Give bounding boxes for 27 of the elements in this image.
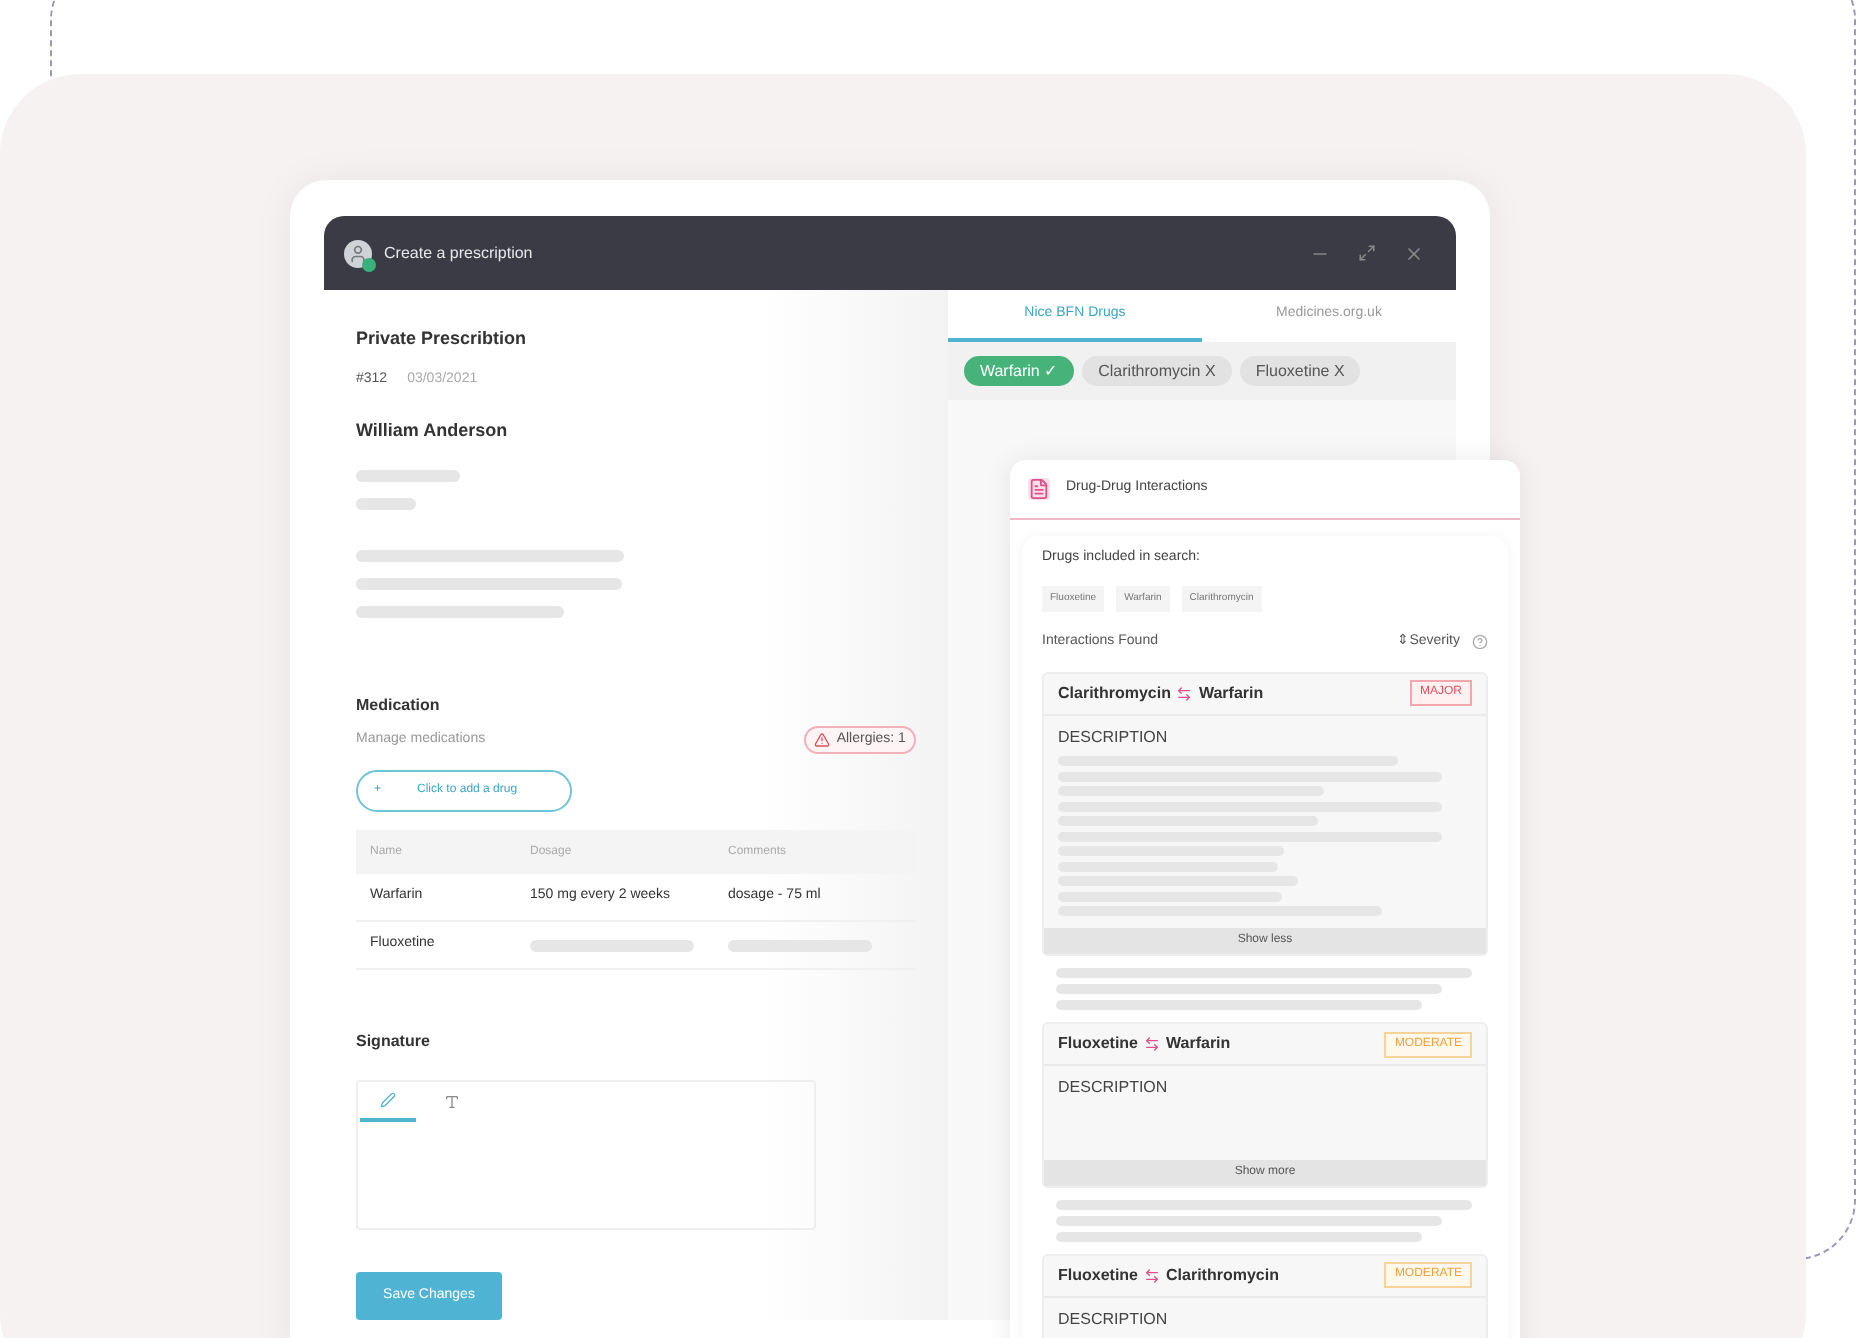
- section-title: Signature: [356, 1030, 432, 1054]
- drug-name: Fluoxetine: [1058, 1032, 1139, 1056]
- section-title: Medication: [356, 693, 442, 717]
- text-icon: [444, 1094, 460, 1110]
- form-title: Private Prescribtion: [356, 326, 529, 352]
- interaction-arrows-icon: [1176, 685, 1193, 701]
- drug-name: Clarithromycin: [1058, 681, 1171, 705]
- description-heading: DESCRIPTION: [1058, 1078, 1170, 1098]
- expand-icon[interactable]: [1358, 244, 1376, 262]
- close-icon[interactable]: [1404, 243, 1424, 263]
- pen-icon: [380, 1092, 396, 1108]
- drug-name: Clarithromycin: [1166, 1263, 1279, 1287]
- warning-icon: [814, 731, 831, 748]
- window-title: Create a prescription: [384, 241, 535, 265]
- description-heading: DESCRIPTION: [1058, 727, 1170, 747]
- help-icon[interactable]: [1472, 634, 1488, 651]
- drug-name: Warfarin: [1166, 1032, 1231, 1056]
- interaction-arrows-icon: [1144, 1267, 1161, 1283]
- drug-name: Fluoxetine: [1058, 1263, 1139, 1287]
- document-icon: [1028, 478, 1050, 500]
- description-heading: DESCRIPTION: [1058, 1309, 1170, 1329]
- drug-chip[interactable]: Fluoxetine X: [1239, 356, 1361, 386]
- avatar: [344, 239, 372, 267]
- drug-name: Warfarin: [1198, 681, 1264, 705]
- interaction-arrows-icon: [1144, 1036, 1161, 1052]
- drug-chip[interactable]: Clarithromycin X: [1082, 356, 1232, 386]
- patient-name: William Anderson: [356, 418, 510, 444]
